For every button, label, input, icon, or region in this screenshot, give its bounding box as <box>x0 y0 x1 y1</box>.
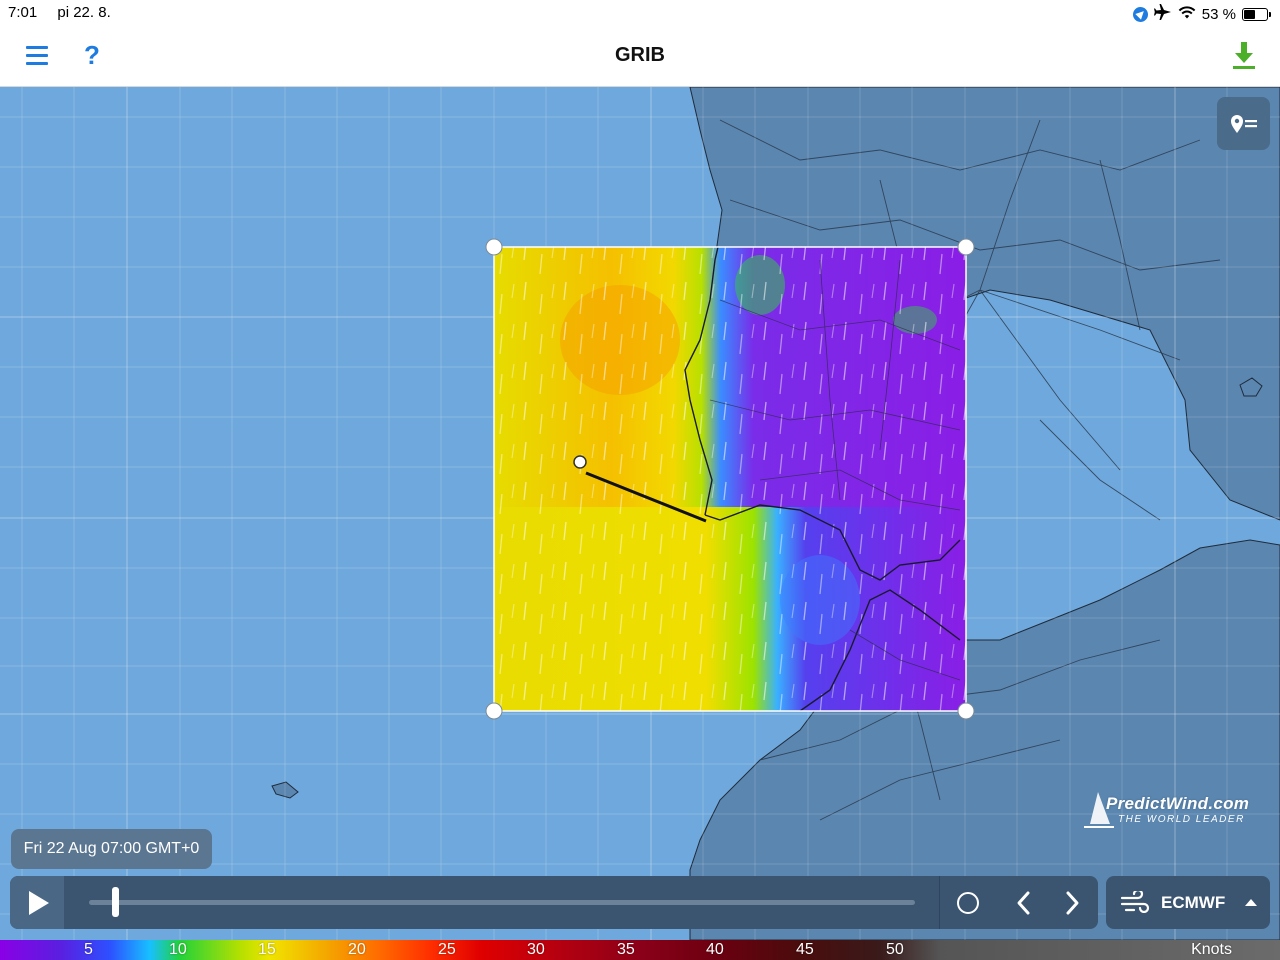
legend-tick: 50 <box>886 941 904 958</box>
battery-icon <box>1242 7 1271 21</box>
legend-tick: 10 <box>169 941 187 958</box>
status-time: 7:01 <box>8 4 38 21</box>
battery-percent: 53 % <box>1201 5 1236 23</box>
circle-icon[interactable] <box>957 892 979 914</box>
caret-up-icon <box>1245 899 1257 906</box>
watermark-brand: PredictWind.com <box>1106 794 1250 813</box>
location-icon <box>1132 6 1148 22</box>
timeline-bar <box>10 876 1098 929</box>
airplane-icon <box>1153 4 1172 24</box>
page-title: GRIB <box>615 44 665 66</box>
selection-handle-bottom-right <box>957 702 975 720</box>
selection-handle-bottom-left <box>485 702 503 720</box>
pin-list-icon <box>1230 114 1257 133</box>
forecast-model-label: ECMWF <box>1161 893 1226 912</box>
map-layers-button[interactable] <box>1217 97 1270 150</box>
grib-selection-area[interactable] <box>485 238 975 720</box>
legend-tick: 5 <box>84 941 93 958</box>
status-date: pi 22. 8. <box>57 4 111 21</box>
legend-tick: 30 <box>527 941 545 958</box>
selection-handle-top-right <box>957 238 975 256</box>
play-button[interactable] <box>10 876 64 929</box>
timeline-slider-thumb[interactable] <box>112 887 119 917</box>
legend-tick: 40 <box>706 941 724 958</box>
legend-tick: 45 <box>796 941 814 958</box>
wifi-icon <box>1178 5 1196 23</box>
legend-unit: Knots <box>1191 941 1232 958</box>
status-bar: 7:01 pi 22. 8. 53 % <box>0 0 1280 26</box>
navigation-bar: ? GRIB <box>0 26 1280 87</box>
watermark-tagline: THE WORLD LEADER <box>1118 814 1245 825</box>
forecast-time-badge: Fri 22 Aug 07:00 GMT+0 <box>11 829 212 869</box>
legend-tick: 25 <box>438 941 456 958</box>
route-waypoint <box>573 455 587 469</box>
chevron-left-icon[interactable] <box>1012 889 1036 917</box>
forecast-model-button[interactable]: ECMWF <box>1106 876 1270 929</box>
wind-icon <box>1120 891 1150 913</box>
legend-tick: 35 <box>617 941 635 958</box>
legend-tick: 20 <box>348 941 366 958</box>
legend-tick: 15 <box>258 941 276 958</box>
download-icon[interactable] <box>1232 42 1256 70</box>
play-icon <box>29 890 49 915</box>
divider <box>939 876 940 929</box>
wind-speed-legend: 5 10 15 20 25 30 35 40 45 50 Knots <box>0 940 1280 960</box>
timeline-track[interactable] <box>89 900 915 905</box>
chevron-right-icon[interactable] <box>1060 889 1084 917</box>
predictwind-watermark: PredictWind.com THE WORLD LEADER <box>1080 790 1270 835</box>
selection-handle-top-left <box>485 238 503 256</box>
